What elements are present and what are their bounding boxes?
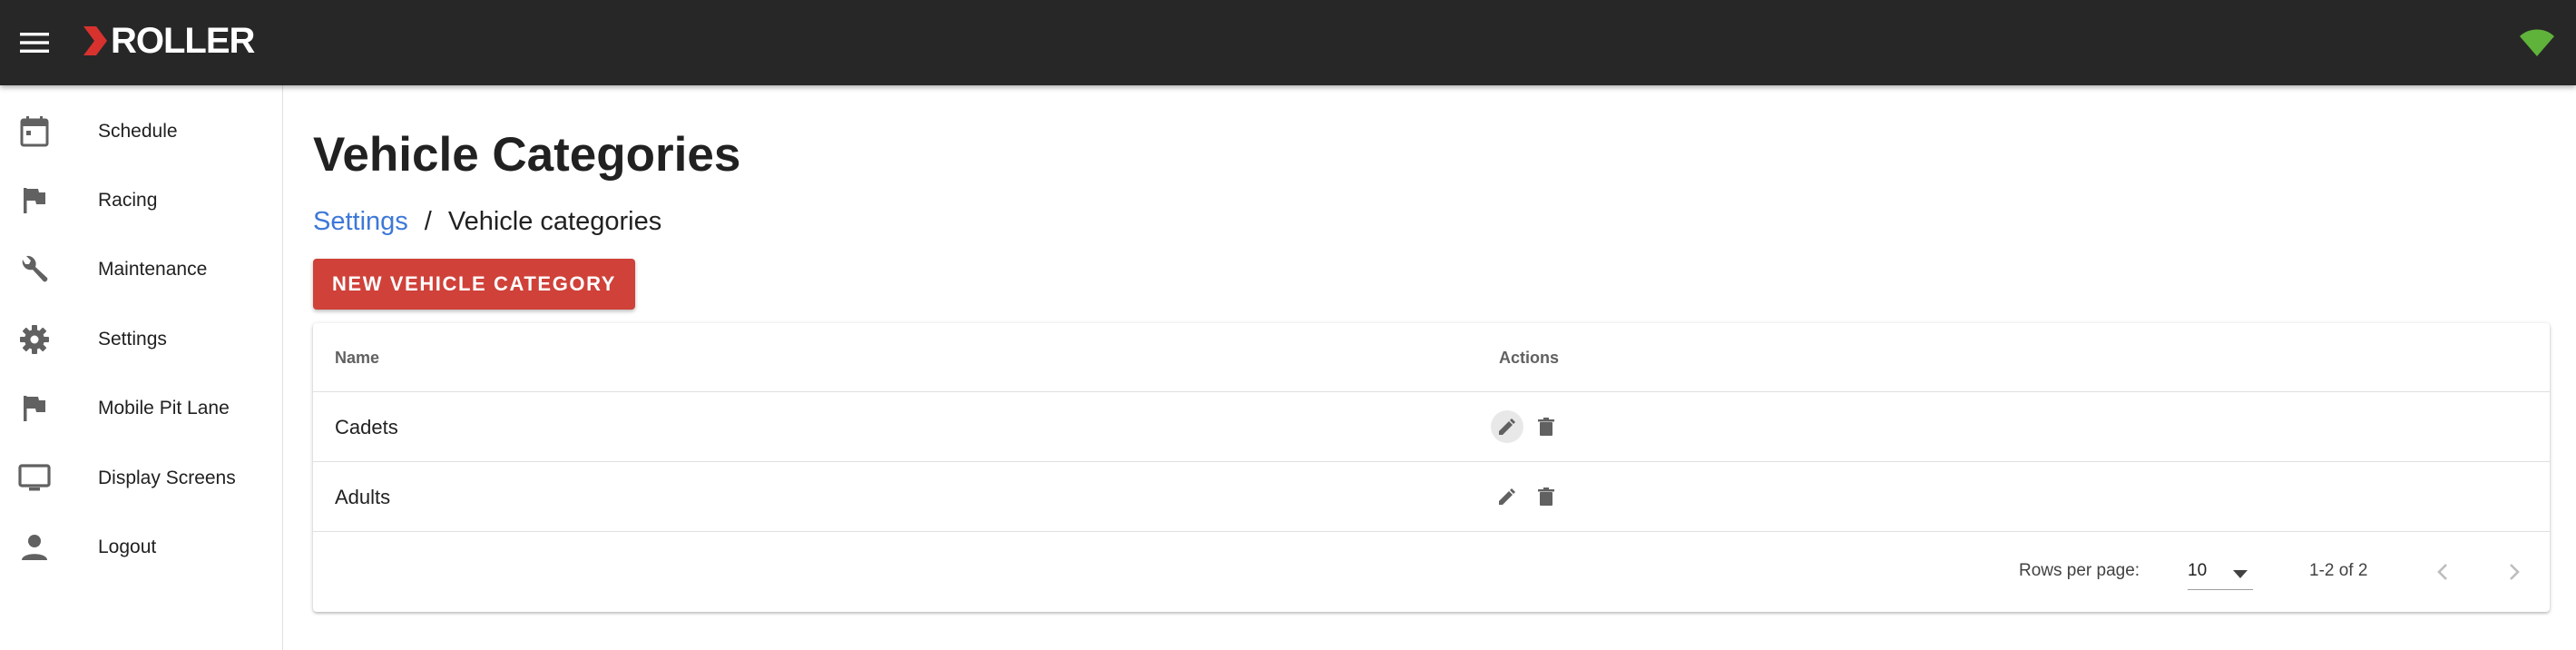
calendar-icon [16, 113, 53, 150]
hamburger-menu-icon[interactable] [16, 25, 53, 61]
cell-name: Cadets [335, 415, 398, 438]
sidebar-item-logout[interactable]: Logout [0, 513, 282, 582]
table-row[interactable]: Cadets [313, 392, 2550, 462]
sidebar-item-label: Racing [98, 190, 158, 211]
gear-icon [16, 321, 53, 358]
breadcrumb-current: Vehicle categories [447, 207, 662, 236]
rows-per-page-select[interactable]: 10 [2188, 554, 2253, 590]
delete-icon[interactable] [1530, 410, 1562, 443]
sidebar-nav: Schedule Racing Maintenance Settings Mob… [0, 85, 283, 650]
logo-chevron-icon [83, 26, 107, 55]
table-pagination: Rows per page: 10 1-2 of 2 [313, 532, 2550, 612]
breadcrumb-separator: / [424, 207, 432, 236]
page-title: Vehicle Categories [313, 128, 741, 182]
roller-logo[interactable]: ROLLER [83, 18, 255, 64]
sidebar-item-display-screens[interactable]: Display Screens [0, 444, 282, 513]
page-range-info: 1-2 of 2 [2309, 561, 2368, 580]
sidebar-item-racing[interactable]: Racing [0, 166, 282, 235]
sidebar-item-settings[interactable]: Settings [0, 305, 282, 374]
sidebar-item-maintenance[interactable]: Maintenance [0, 235, 282, 304]
edit-icon[interactable] [1491, 410, 1523, 443]
sidebar-item-label: Schedule [98, 121, 178, 142]
vehicle-categories-table: Name Actions Cadets Adults Rows per page… [313, 323, 2550, 612]
sidebar-item-mobile-pit-lane[interactable]: Mobile Pit Lane [0, 374, 282, 443]
monitor-icon [16, 460, 53, 497]
column-header-actions: Actions [1499, 348, 1560, 367]
wrench-icon [16, 251, 53, 288]
top-app-bar: ROLLER [0, 0, 2576, 85]
delete-icon[interactable] [1530, 480, 1562, 513]
edit-icon[interactable] [1491, 480, 1523, 513]
column-header-name[interactable]: Name [335, 323, 379, 392]
breadcrumb: Settings / Vehicle categories [313, 207, 661, 237]
sidebar-item-label: Mobile Pit Lane [98, 398, 230, 419]
table-header-row: Name Actions [313, 323, 2550, 392]
brand-name: ROLLER [111, 20, 255, 61]
sidebar-item-label: Display Screens [98, 468, 236, 488]
chevron-right-icon[interactable] [2494, 552, 2534, 592]
rows-per-page-value: 10 [2188, 561, 2208, 580]
person-icon [16, 529, 53, 566]
caret-down-icon [2233, 567, 2248, 584]
sidebar-item-label: Logout [98, 537, 157, 557]
chevron-left-icon[interactable] [2423, 552, 2463, 592]
wifi-icon [2518, 24, 2556, 60]
sidebar-item-label: Maintenance [98, 259, 208, 280]
main-content: Vehicle Categories Settings / Vehicle ca… [284, 85, 2576, 650]
sidebar-item-label: Settings [98, 329, 167, 350]
table-row[interactable]: Adults [313, 462, 2550, 532]
rows-per-page-label: Rows per page: [2019, 561, 2140, 580]
new-vehicle-category-button[interactable]: NEW VEHICLE CATEGORY [313, 259, 635, 310]
sidebar-item-schedule[interactable]: Schedule [0, 97, 282, 166]
breadcrumb-link-settings[interactable]: Settings [313, 207, 408, 237]
flag-icon [16, 390, 53, 427]
flag-icon [16, 182, 53, 219]
cell-name: Adults [335, 485, 391, 508]
